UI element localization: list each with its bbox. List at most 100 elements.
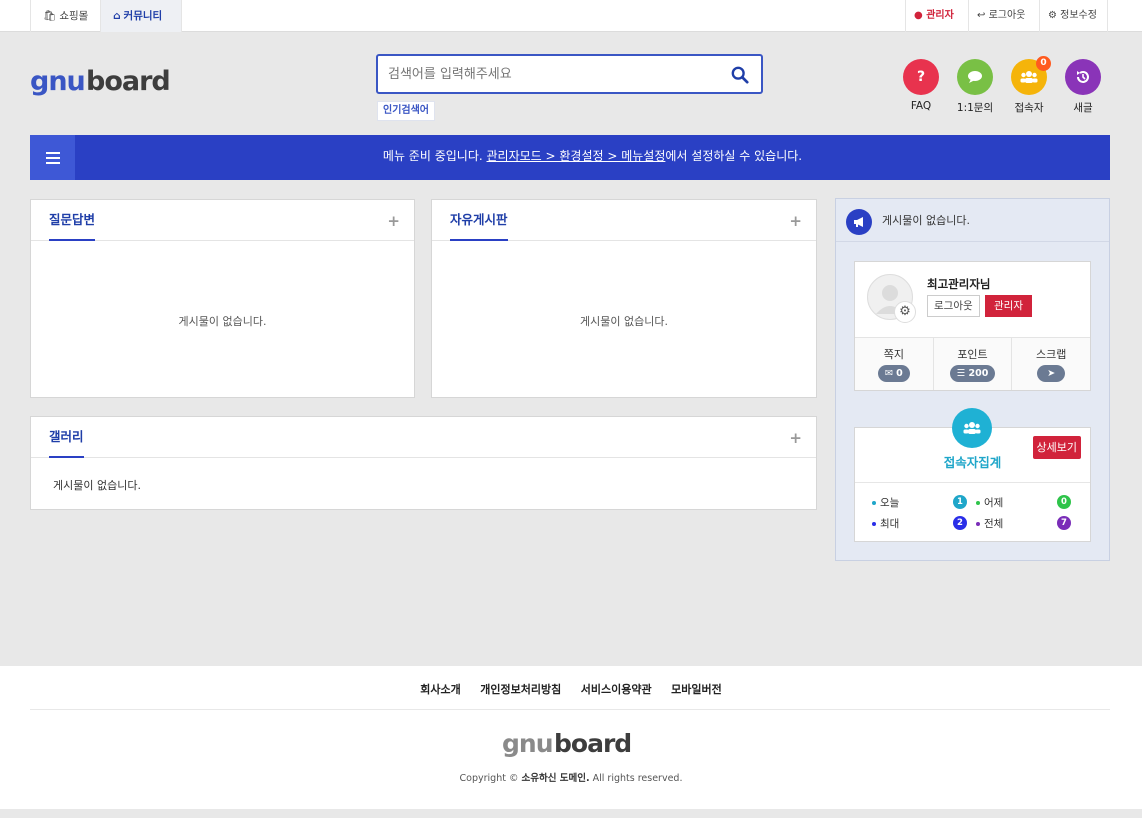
quick-visitors-label: 접속자 xyxy=(1014,102,1044,114)
quick-faq-label: FAQ xyxy=(910,100,932,112)
sidebar: 게시물이 없습니다. ⚙ 최고관리자님 로그아웃 관리자 쪽지 ✉ 0 포인트 … xyxy=(835,198,1110,561)
board-qa-header: 질문답변 + xyxy=(31,200,414,241)
visit-yesterday-count: 0 xyxy=(1057,495,1071,509)
footer-link-about[interactable]: 회사소개 xyxy=(420,683,460,696)
profile-logout-button[interactable]: 로그아웃 xyxy=(927,295,980,317)
visit-max-label: 최대 xyxy=(880,518,900,530)
visitor-count-badge: 0 xyxy=(1036,56,1051,71)
profile-admin-button[interactable]: 관리자 xyxy=(985,295,1032,317)
profile-nickname: 최고관리자님 xyxy=(927,277,991,291)
svg-text:board: board xyxy=(86,66,170,97)
coins-icon: ☰ xyxy=(956,368,966,379)
stat-point[interactable]: 포인트 ☰ 200 xyxy=(934,338,1013,390)
stat-scrap-label: 스크랩 xyxy=(1035,348,1067,361)
popular-search-button[interactable]: 인기검색어 xyxy=(377,101,435,121)
svg-text:gnu: gnu xyxy=(30,66,85,97)
logout-link-label: 로그아웃 xyxy=(988,10,1026,21)
home-icon: ⌂ xyxy=(113,10,121,22)
copyright-suffix: All rights reserved. xyxy=(589,773,683,784)
hamburger-menu-icon[interactable] xyxy=(30,135,75,180)
tab-community[interactable]: ⌂ 커뮤니티 xyxy=(100,0,182,32)
stat-memo-label: 쪽지 xyxy=(883,348,904,361)
footer: 회사소개 개인정보처리방침 서비스이용약관 모바일버전 gnu board Co… xyxy=(0,666,1142,809)
gear-icon[interactable]: ⚙ xyxy=(894,301,916,323)
search-input[interactable] xyxy=(388,56,718,92)
notice-bar: 게시물이 없습니다. xyxy=(836,199,1109,242)
quick-visitors[interactable]: 0 접속자 xyxy=(1007,56,1051,115)
gnuboard-logo-icon: gnu board xyxy=(30,66,171,97)
board-qa-title[interactable]: 질문답변 xyxy=(49,200,96,241)
board-free-title[interactable]: 자유게시판 xyxy=(450,200,508,241)
stat-point-value: ☰ 200 xyxy=(949,365,996,382)
plus-icon[interactable]: + xyxy=(387,212,400,230)
footer-link-terms[interactable]: 서비스이용약관 xyxy=(581,683,652,696)
plus-icon[interactable]: + xyxy=(789,429,802,447)
visit-max: 최대 xyxy=(872,516,899,531)
visit-max-count: 2 xyxy=(953,516,967,530)
site-logo[interactable]: gnu board xyxy=(30,64,171,103)
search-box xyxy=(376,54,763,94)
tab-shopping-mall[interactable]: 🛍 쇼핑몰 xyxy=(30,0,100,32)
visit-total-count: 7 xyxy=(1057,516,1071,530)
nav-message-link[interactable]: 관리자모드 > 환경설정 > 메뉴설정 xyxy=(487,149,666,163)
visitor-stats: 접속자집계 상세보기 오늘 1 어제 0 최대 2 전체 7 xyxy=(854,408,1091,542)
edit-info-link[interactable]: ⚙ 정보수정 xyxy=(1039,0,1108,32)
logout-link[interactable]: ↩ 로그아웃 xyxy=(968,0,1033,32)
board-free-header: 자유게시판 + xyxy=(432,200,816,241)
visit-today: 오늘 xyxy=(872,495,899,510)
visitor-detail-button[interactable]: 상세보기 xyxy=(1032,436,1081,459)
stat-memo[interactable]: 쪽지 ✉ 0 xyxy=(855,338,934,390)
stat-scrap[interactable]: 스크랩 ➤ xyxy=(1012,338,1090,390)
shopping-bag-icon: 🛍 xyxy=(43,10,57,22)
megaphone-icon xyxy=(846,209,872,235)
nav-message-suffix: 에서 설정하실 수 있습니다. xyxy=(665,149,803,163)
admin-link-label: 관리자 xyxy=(926,10,954,21)
tab-community-label: 커뮤니티 xyxy=(123,10,163,22)
board-qa-empty: 게시물이 없습니다. xyxy=(178,315,267,328)
plus-icon[interactable]: + xyxy=(789,212,802,230)
users-icon xyxy=(952,408,992,448)
visit-today-count: 1 xyxy=(953,495,967,509)
top-bar: 🛍 쇼핑몰 ⌂ 커뮤니티 ● 관리자 ↩ 로그아웃 ⚙ 정보수정 xyxy=(0,0,1142,32)
footer-link-privacy[interactable]: 개인정보처리방침 xyxy=(480,683,561,696)
user-circle-icon: ● xyxy=(914,10,923,21)
search-icon[interactable] xyxy=(731,66,749,84)
visit-yesterday: 어제 xyxy=(976,495,1003,510)
quick-inquiry[interactable]: 1:1문의 xyxy=(953,59,997,115)
question-icon: ? xyxy=(903,59,939,95)
footer-logo: gnu board xyxy=(502,728,642,765)
profile-card: ⚙ 최고관리자님 로그아웃 관리자 쪽지 ✉ 0 포인트 ☰ 200 스크랩 ➤ xyxy=(854,261,1091,391)
sign-out-icon: ↩ xyxy=(977,10,986,21)
quick-new-posts[interactable]: 새글 xyxy=(1061,59,1105,115)
board-gallery-title[interactable]: 갤러리 xyxy=(49,417,84,458)
visit-yesterday-label: 어제 xyxy=(984,497,1004,509)
pin-icon: ➤ xyxy=(1037,365,1066,382)
copyright: Copyright © 소유하신 도메인. All rights reserve… xyxy=(0,770,1142,784)
footer-divider xyxy=(30,709,1110,710)
envelope-icon: ✉ xyxy=(884,368,893,379)
copyright-prefix: Copyright © xyxy=(459,773,522,784)
nav-message: 메뉴 준비 중입니다. 관리자모드 > 환경설정 > 메뉴설정에서 설정하실 수… xyxy=(75,135,1110,180)
gnuboard-footer-logo-icon: gnu board xyxy=(502,729,632,758)
gear-icon: ⚙ xyxy=(1048,10,1057,21)
board-qa: 질문답변 + 게시물이 없습니다. xyxy=(30,199,415,398)
visit-total: 전체 xyxy=(976,516,1003,531)
profile-stats: 쪽지 ✉ 0 포인트 ☰ 200 스크랩 ➤ xyxy=(855,337,1090,390)
quick-inquiry-label: 1:1문의 xyxy=(956,102,994,114)
svg-text:gnu: gnu xyxy=(502,729,553,758)
notice-text: 게시물이 없습니다. xyxy=(882,214,970,227)
stat-memo-count: 0 xyxy=(896,368,903,379)
copyright-owner: 소유하신 도메인. xyxy=(521,773,590,784)
quick-faq[interactable]: ? FAQ xyxy=(899,59,943,112)
stat-point-label: 포인트 xyxy=(957,348,988,361)
avatar[interactable]: ⚙ xyxy=(867,274,916,323)
board-free: 자유게시판 + 게시물이 없습니다. xyxy=(431,199,817,398)
stat-memo-value: ✉ 0 xyxy=(877,365,910,382)
main-nav: 메뉴 준비 중입니다. 관리자모드 > 환경설정 > 메뉴설정에서 설정하실 수… xyxy=(30,135,1110,180)
stat-point-count: 200 xyxy=(968,368,989,379)
board-free-empty: 게시물이 없습니다. xyxy=(580,315,668,328)
admin-link[interactable]: ● 관리자 xyxy=(905,0,962,32)
tab-shopping-mall-label: 쇼핑몰 xyxy=(59,10,89,22)
footer-link-mobile[interactable]: 모바일버전 xyxy=(671,683,722,696)
history-icon xyxy=(1065,59,1101,95)
